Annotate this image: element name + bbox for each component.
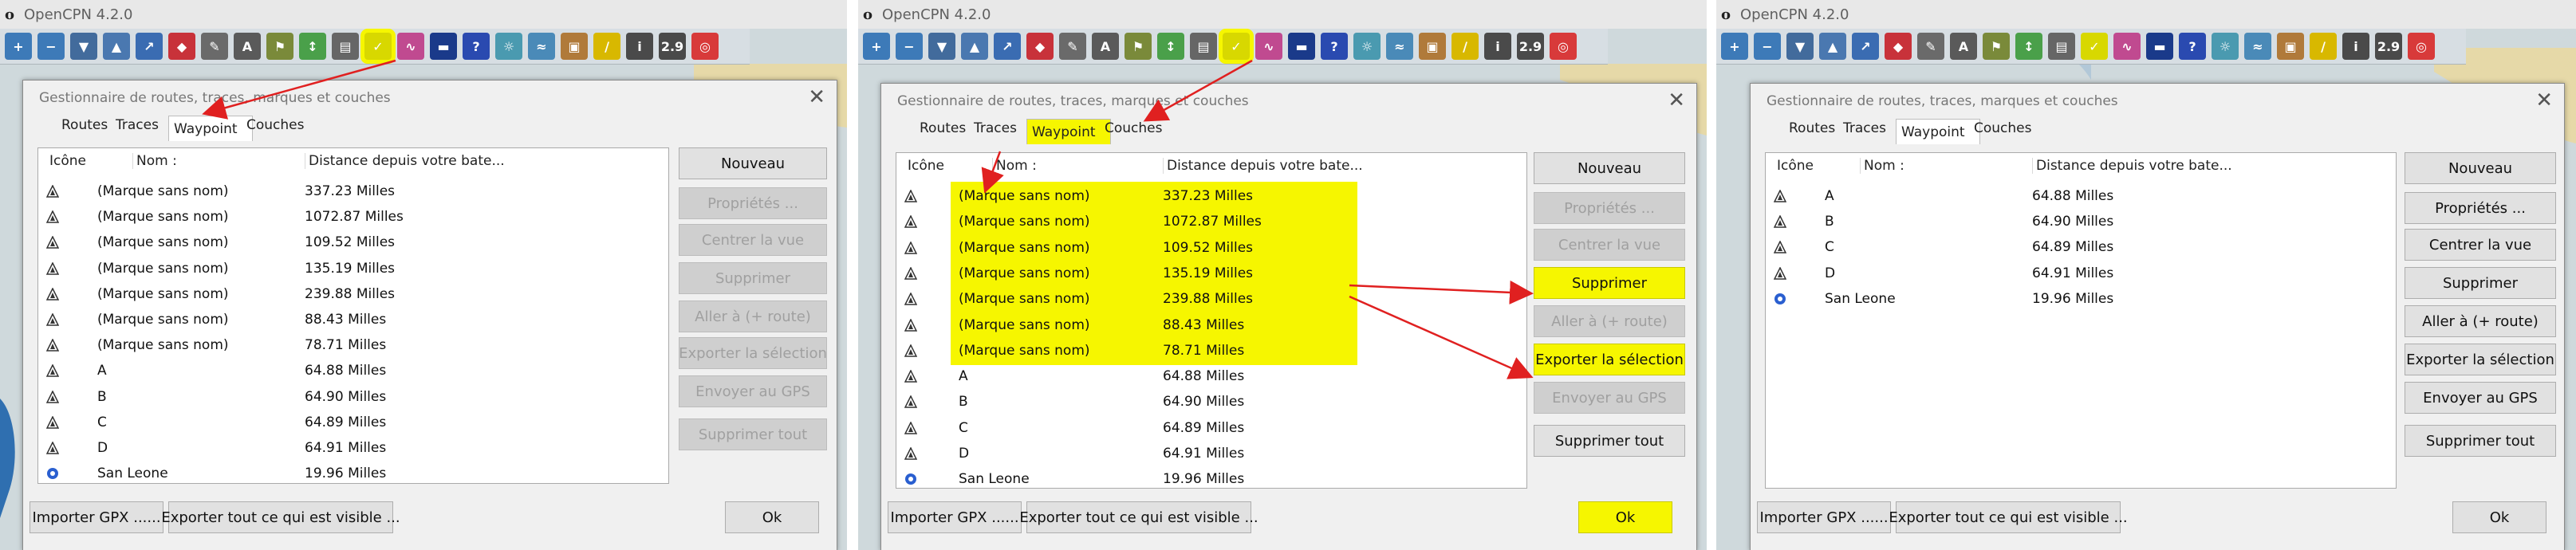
export-visible-button[interactable]: Exporter tout ce qui est visible ... xyxy=(1889,501,2128,533)
column-header-name[interactable]: Nom : xyxy=(1860,158,1904,174)
track-icon[interactable]: ∿ xyxy=(2113,33,2141,60)
panel-separator xyxy=(847,0,858,550)
table-row[interactable]: A 64.88 Milles xyxy=(1766,183,2396,210)
goto-route-button[interactable]: Aller à (+ route) xyxy=(2405,305,2556,337)
waypoint-distance: 64.91 Milles xyxy=(2032,265,2114,281)
zoom-out-icon[interactable]: − xyxy=(1754,33,1781,60)
tab-couches[interactable]: Couches xyxy=(1969,120,2038,144)
lifebuoy-icon[interactable]: ◎ xyxy=(2408,33,2435,60)
import-gpx-button[interactable]: Importer GPX ...... xyxy=(1757,501,1891,533)
close-icon[interactable]: ✕ xyxy=(2535,88,2553,112)
waypoint-distance: 19.96 Milles xyxy=(2032,290,2114,307)
send-gps-button[interactable]: Envoyer au GPS xyxy=(2405,382,2556,414)
route-icon[interactable]: ↗ xyxy=(1852,33,1879,60)
waypoint-distance: 64.90 Milles xyxy=(2032,214,2114,230)
main-toolbar: + − ▼ ▲ ↗ ◆ ✎ A ⚑ ↕ ▤ ✓ ∿ ▬? ☼ ≈ ▣ / i 2.9 ◎ xyxy=(1716,29,2466,65)
waypoint-name: D xyxy=(1825,265,1836,281)
help-icon[interactable]: ? xyxy=(2179,33,2206,60)
waypoint-distance: 64.89 Milles xyxy=(2032,239,2114,256)
triangle-waypoint-icon xyxy=(1774,266,1786,280)
export-selection-button[interactable]: Exporter la sélection xyxy=(2405,344,2556,375)
table-row[interactable]: D 64.91 Milles xyxy=(1766,261,2396,287)
info-icon[interactable]: i xyxy=(2342,33,2369,60)
waypoint-name: B xyxy=(1825,214,1834,230)
panel-separator xyxy=(1707,0,1716,550)
center-view-button[interactable]: Centrer la vue xyxy=(2405,229,2556,261)
mark-icon[interactable]: ⚑ xyxy=(1983,33,2010,60)
ok-button[interactable]: Ok xyxy=(2452,501,2546,533)
scale-icon[interactable]: ▼ xyxy=(1786,33,1814,60)
column-header-icon[interactable]: Icône xyxy=(1777,158,1814,174)
dialog-title: Gestionnaire de routes, traces, marques … xyxy=(1767,93,2118,109)
triangle-waypoint-icon xyxy=(1774,215,1786,228)
table-row[interactable]: San Leone 19.96 Milles xyxy=(1766,286,2396,312)
tab-waypoint[interactable]: Waypoint xyxy=(1896,119,1980,144)
tide-icon[interactable]: ↕ xyxy=(2015,33,2042,60)
triangle-waypoint-icon xyxy=(1774,190,1786,202)
version-badge[interactable]: 2.9 xyxy=(2375,33,2402,60)
new-button[interactable]: Nouveau xyxy=(2405,152,2556,184)
screenshot-panel-1: o OpenCPN 4.2.0 + − ▼ ▲ ↗ ◆ ✎ A ⚑ ↕ ▤ ✓ ∿ ▬? ☼ ≈ ▣ / i 2.9 ◎… xyxy=(0,0,847,550)
boat-icon[interactable]: ◆ xyxy=(1885,33,1912,60)
settings-icon[interactable]: ☼ xyxy=(2212,33,2239,60)
route-manager-icon[interactable]: ✓ xyxy=(2081,33,2108,60)
tools-icon[interactable]: ✎ xyxy=(1917,33,1944,60)
triangle-waypoint-icon xyxy=(1774,241,1786,254)
waypoint-name: A xyxy=(1825,188,1834,204)
app-titlebar: o OpenCPN 4.2.0 xyxy=(1716,0,2576,29)
app-title: OpenCPN 4.2.0 xyxy=(1740,6,1849,23)
text-icon[interactable]: A xyxy=(1950,33,1977,60)
delete-button[interactable]: Supprimer xyxy=(2405,267,2556,299)
chart-icon[interactable]: ≈ xyxy=(2244,33,2271,60)
screenshot-panel-2: o OpenCPN 4.2.0 + − ▼ ▲ ↗ ◆ ✎ A ⚑ ↕ ▤ ✓ ∿ ▬? ☼ ≈ ▣ / i 2.9 ◎… xyxy=(858,0,1707,550)
table-row[interactable]: B 64.90 Milles xyxy=(1766,209,2396,235)
app-logo: o xyxy=(1721,6,1731,23)
tab-traces[interactable]: Traces xyxy=(1838,120,1896,144)
waypoint-list[interactable]: Icône Nom : Distance depuis votre bate..… xyxy=(1765,152,2397,489)
waypoint-name: San Leone xyxy=(1825,290,1896,307)
color-scheme-icon[interactable]: ▬ xyxy=(2146,33,2173,60)
photo-icon[interactable]: ▣ xyxy=(2277,33,2304,60)
delete-all-button[interactable]: Supprimer tout xyxy=(2405,425,2556,457)
annotation-arrow xyxy=(202,59,396,120)
circle-waypoint-icon xyxy=(1774,293,1786,304)
waypoint-name: C xyxy=(1825,239,1834,256)
screenshot-panel-3: o OpenCPN 4.2.0 + − ▼ ▲ ↗ ◆ ✎ A ⚑ ↕ ▤ ✓ ∿ ▬? ☼ ≈ ▣ / i 2.9 ◎… xyxy=(1716,0,2576,550)
zoom-in-icon[interactable]: + xyxy=(1721,33,1748,60)
properties-button[interactable]: Propriétés ... xyxy=(2405,192,2556,224)
tab-routes[interactable]: Routes xyxy=(1784,120,1840,144)
ruler-icon[interactable]: / xyxy=(2310,33,2337,60)
annotation-arrow xyxy=(981,59,1534,379)
route-manager-dialog: Gestionnaire de routes, traces, marques … xyxy=(1750,83,2565,550)
column-header-distance[interactable]: Distance depuis votre bate... xyxy=(2032,158,2232,174)
nav-arrow-icon[interactable]: ▲ xyxy=(1819,33,1846,60)
waypoint-distance: 64.88 Milles xyxy=(2032,188,2114,204)
print-icon[interactable]: ▤ xyxy=(2048,33,2075,60)
table-row[interactable]: C 64.89 Milles xyxy=(1766,234,2396,261)
